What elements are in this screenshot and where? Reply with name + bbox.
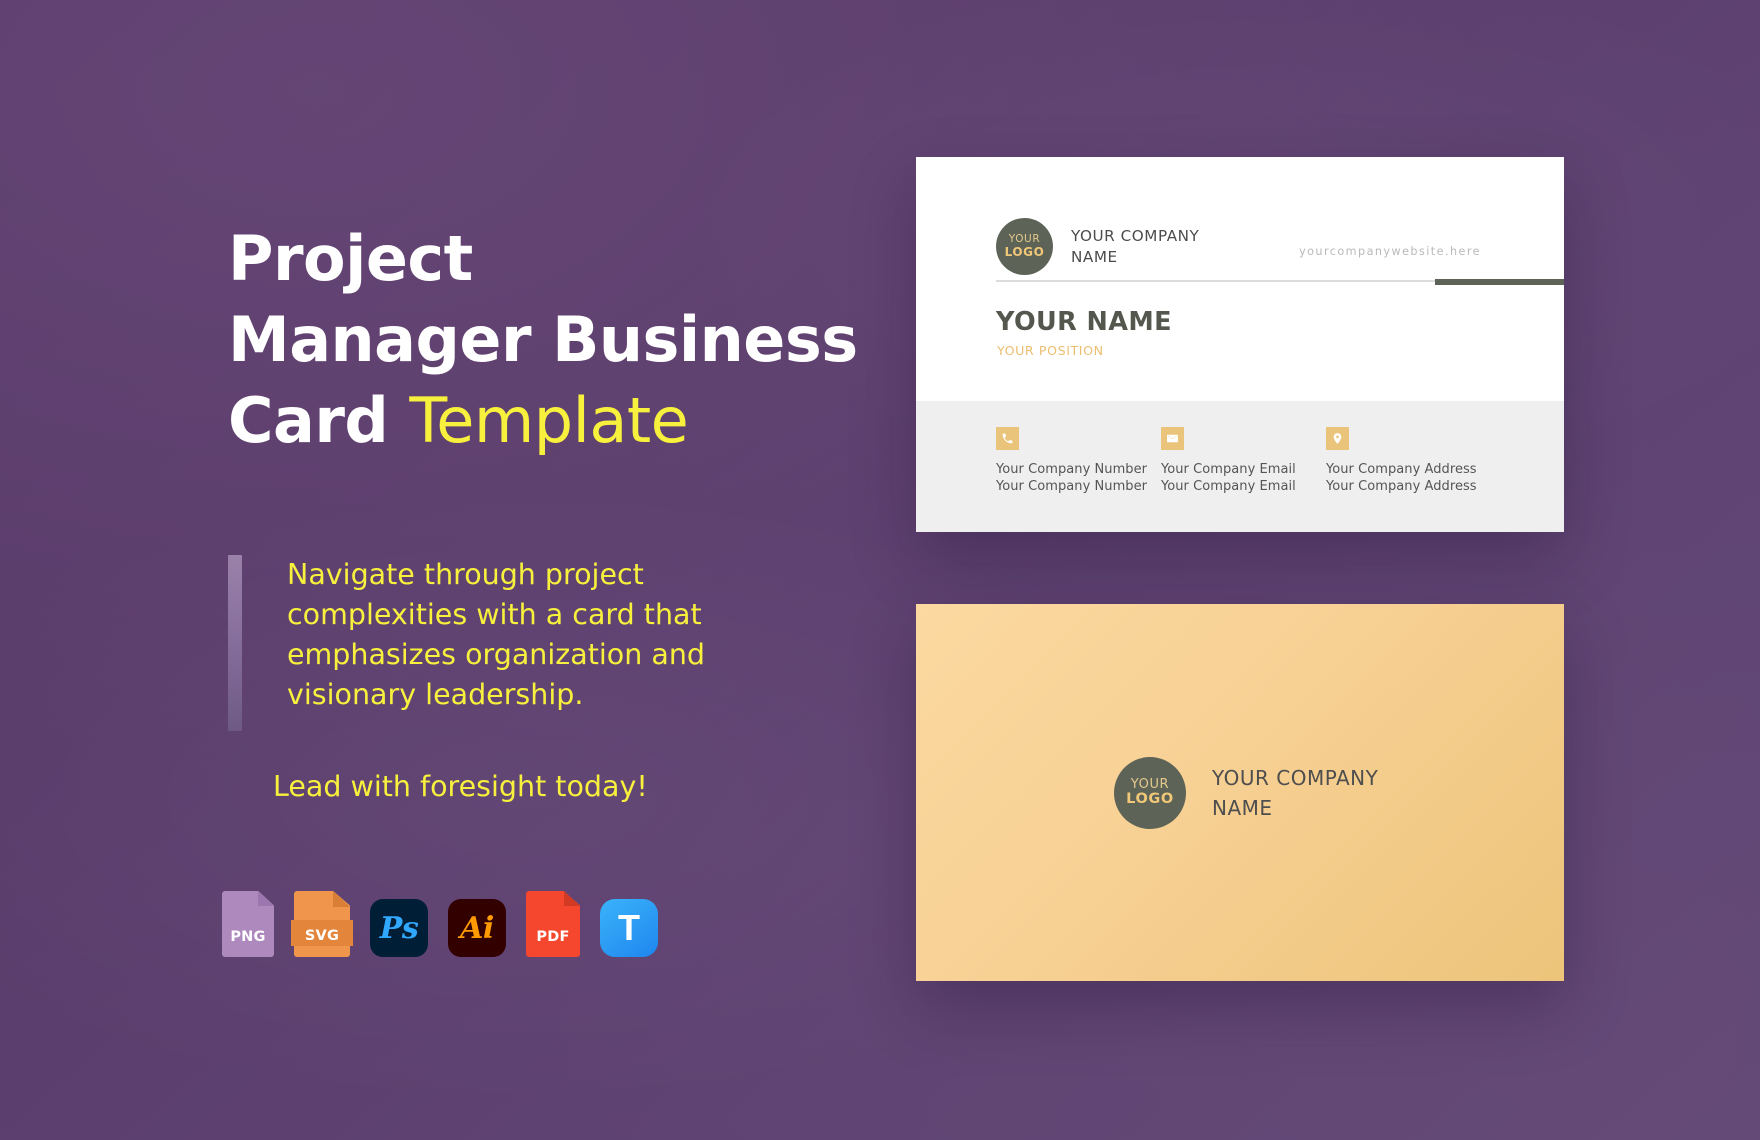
logo-large-line-1: YOUR — [1130, 776, 1170, 792]
card-front-company-name: YOUR COMPANY NAME — [1071, 226, 1199, 268]
contact-item-address: Your Company Address Your Company Addres… — [1326, 427, 1491, 532]
logo-line-1: YOUR — [1008, 233, 1041, 246]
contact-phone-line-1: Your Company Number — [996, 462, 1148, 477]
card-back-company-line-2: NAME — [1212, 795, 1273, 820]
photoshop-label: Ps — [379, 910, 419, 946]
description-block: Navigate through project complexities wi… — [228, 555, 748, 731]
svg-label: SVG — [304, 928, 340, 944]
logo-badge-large: YOUR LOGO — [1114, 756, 1186, 829]
logo-line-2: LOGO — [1004, 244, 1045, 259]
png-file-icon[interactable]: PNG — [222, 891, 274, 957]
template-file-icon[interactable]: T — [600, 899, 658, 957]
card-front-body: YOUR LOGO YOUR COMPANY NAME yourcompanyw… — [916, 157, 1564, 532]
headline-template-word: Template — [409, 384, 689, 458]
email-icon — [1161, 427, 1184, 450]
card-front-person-position: YOUR POSITION — [997, 343, 1104, 358]
logo-large-line-2: LOGO — [1126, 790, 1174, 807]
headline-line-2: Manager Business — [228, 303, 858, 377]
card-back-company-name: YOUR COMPANY NAME — [1212, 763, 1378, 823]
divider-accent-block — [1435, 279, 1564, 285]
png-label: PNG — [230, 929, 266, 945]
contact-phone-line-2: Your Company Number — [996, 478, 1148, 494]
card-front-divider — [996, 279, 1564, 285]
pdf-fold-corner-icon — [564, 891, 580, 906]
phone-icon — [996, 427, 1019, 450]
contact-email-line-1: Your Company Email — [1161, 462, 1296, 477]
pdf-label: PDF — [536, 929, 570, 945]
location-icon — [1326, 427, 1349, 450]
company-name-line-1: YOUR COMPANY — [1071, 226, 1200, 245]
card-back-company-line-1: YOUR COMPANY — [1212, 765, 1379, 790]
business-card-front[interactable]: YOUR LOGO YOUR COMPANY NAME yourcompanyw… — [916, 157, 1564, 532]
file-format-list: PNG SVG Ps Ai PDF T — [222, 891, 658, 957]
cta-text: Lead with foresight today! — [273, 770, 648, 803]
contact-email-line-2: Your Company Email — [1161, 478, 1296, 494]
contact-item-phone: Your Company Number Your Company Number — [996, 427, 1161, 532]
contact-item-email: Your Company Email Your Company Email — [1161, 427, 1326, 532]
photoshop-file-icon[interactable]: Ps — [370, 899, 428, 957]
card-front-person-name: YOUR NAME — [996, 307, 1172, 337]
headline-line-3: Card Template — [228, 380, 868, 461]
contact-address-line-1: Your Company Address — [1326, 462, 1477, 477]
template-label: T — [618, 907, 640, 948]
illustrator-file-icon[interactable]: Ai — [448, 899, 506, 957]
headline-line-1: Project — [228, 222, 473, 295]
description-text: Navigate through project complexities wi… — [287, 558, 705, 711]
company-name-line-2: NAME — [1071, 247, 1118, 266]
logo-badge: YOUR LOGO — [996, 218, 1053, 275]
contact-address-line-2: Your Company Address — [1326, 478, 1477, 494]
hero-text-block: Project Manager Business Card Template — [228, 218, 868, 462]
page-title: Project Manager Business Card Template — [228, 218, 868, 462]
card-front-contact-strip: Your Company Number Your Company Number … — [916, 401, 1564, 532]
accent-bar — [228, 555, 242, 731]
illustrator-label: Ai — [460, 910, 494, 946]
pdf-file-icon[interactable]: PDF — [526, 891, 580, 957]
card-front-website: yourcompanywebsite.here — [1299, 245, 1481, 258]
headline-card-word: Card — [228, 384, 389, 458]
svg-file-icon[interactable]: SVG — [291, 891, 353, 957]
poster-stage: Project Manager Business Card Template N… — [0, 0, 1760, 1140]
business-card-back[interactable]: YOUR LOGO YOUR COMPANY NAME — [916, 604, 1564, 981]
card-back-logo-row: YOUR LOGO YOUR COMPANY NAME — [916, 756, 1378, 829]
